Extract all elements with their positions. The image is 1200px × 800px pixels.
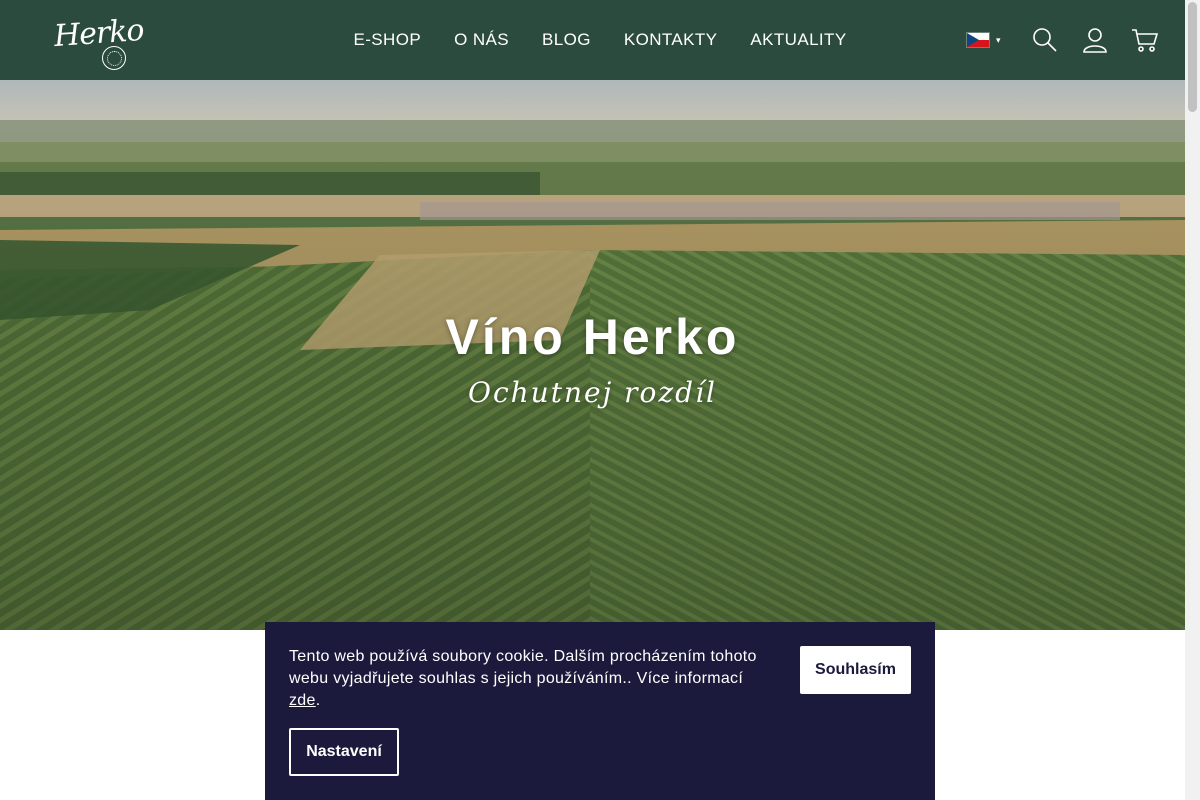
cookie-more-info-link[interactable]: zde bbox=[289, 692, 316, 709]
cart-icon[interactable] bbox=[1131, 26, 1159, 54]
cookie-settings-button[interactable]: Nastavení bbox=[289, 728, 399, 776]
nav-item-aktuality[interactable]: AKTUALITY bbox=[734, 30, 863, 50]
logo-seal-icon bbox=[102, 46, 126, 70]
nav-item-eshop[interactable]: E-SHOP bbox=[337, 30, 438, 50]
search-icon[interactable] bbox=[1031, 26, 1059, 54]
cookie-message-text: Tento web používá soubory cookie. Dalším… bbox=[289, 648, 757, 687]
site-header: Herko E-SHOP O NÁS BLOG KONTAKTY AKTUALI… bbox=[0, 0, 1185, 80]
czech-flag-icon bbox=[966, 32, 990, 48]
page-scrollbar[interactable] bbox=[1185, 0, 1200, 800]
chevron-down-icon: ▾ bbox=[996, 34, 1001, 45]
hero-subtitle: Ochutnej rozdíl bbox=[468, 376, 717, 409]
cookie-message: Tento web používá soubory cookie. Dalším… bbox=[289, 646, 779, 712]
hero-title: Víno Herko bbox=[445, 309, 740, 365]
nav-item-o-nas[interactable]: O NÁS bbox=[438, 30, 526, 50]
user-icon[interactable] bbox=[1081, 26, 1109, 54]
nav-item-kontakty[interactable]: KONTAKTY bbox=[607, 30, 734, 50]
logo-text: Herko bbox=[52, 12, 145, 55]
main-nav: E-SHOP O NÁS BLOG KONTAKTY AKTUALITY bbox=[337, 0, 863, 80]
nav-item-blog[interactable]: BLOG bbox=[525, 30, 607, 50]
hero-banner: Víno Herko Ochutnej rozdíl bbox=[0, 80, 1185, 630]
header-actions: ▾ bbox=[960, 0, 1159, 80]
language-switcher[interactable]: ▾ bbox=[966, 32, 1001, 48]
scrollbar-thumb[interactable] bbox=[1188, 2, 1197, 112]
cookie-link-suffix: . bbox=[315, 692, 321, 709]
cookie-banner: Tento web používá soubory cookie. Dalším… bbox=[265, 622, 935, 800]
cookie-agree-button[interactable]: Souhlasím bbox=[800, 646, 911, 694]
logo[interactable]: Herko bbox=[52, 12, 145, 72]
